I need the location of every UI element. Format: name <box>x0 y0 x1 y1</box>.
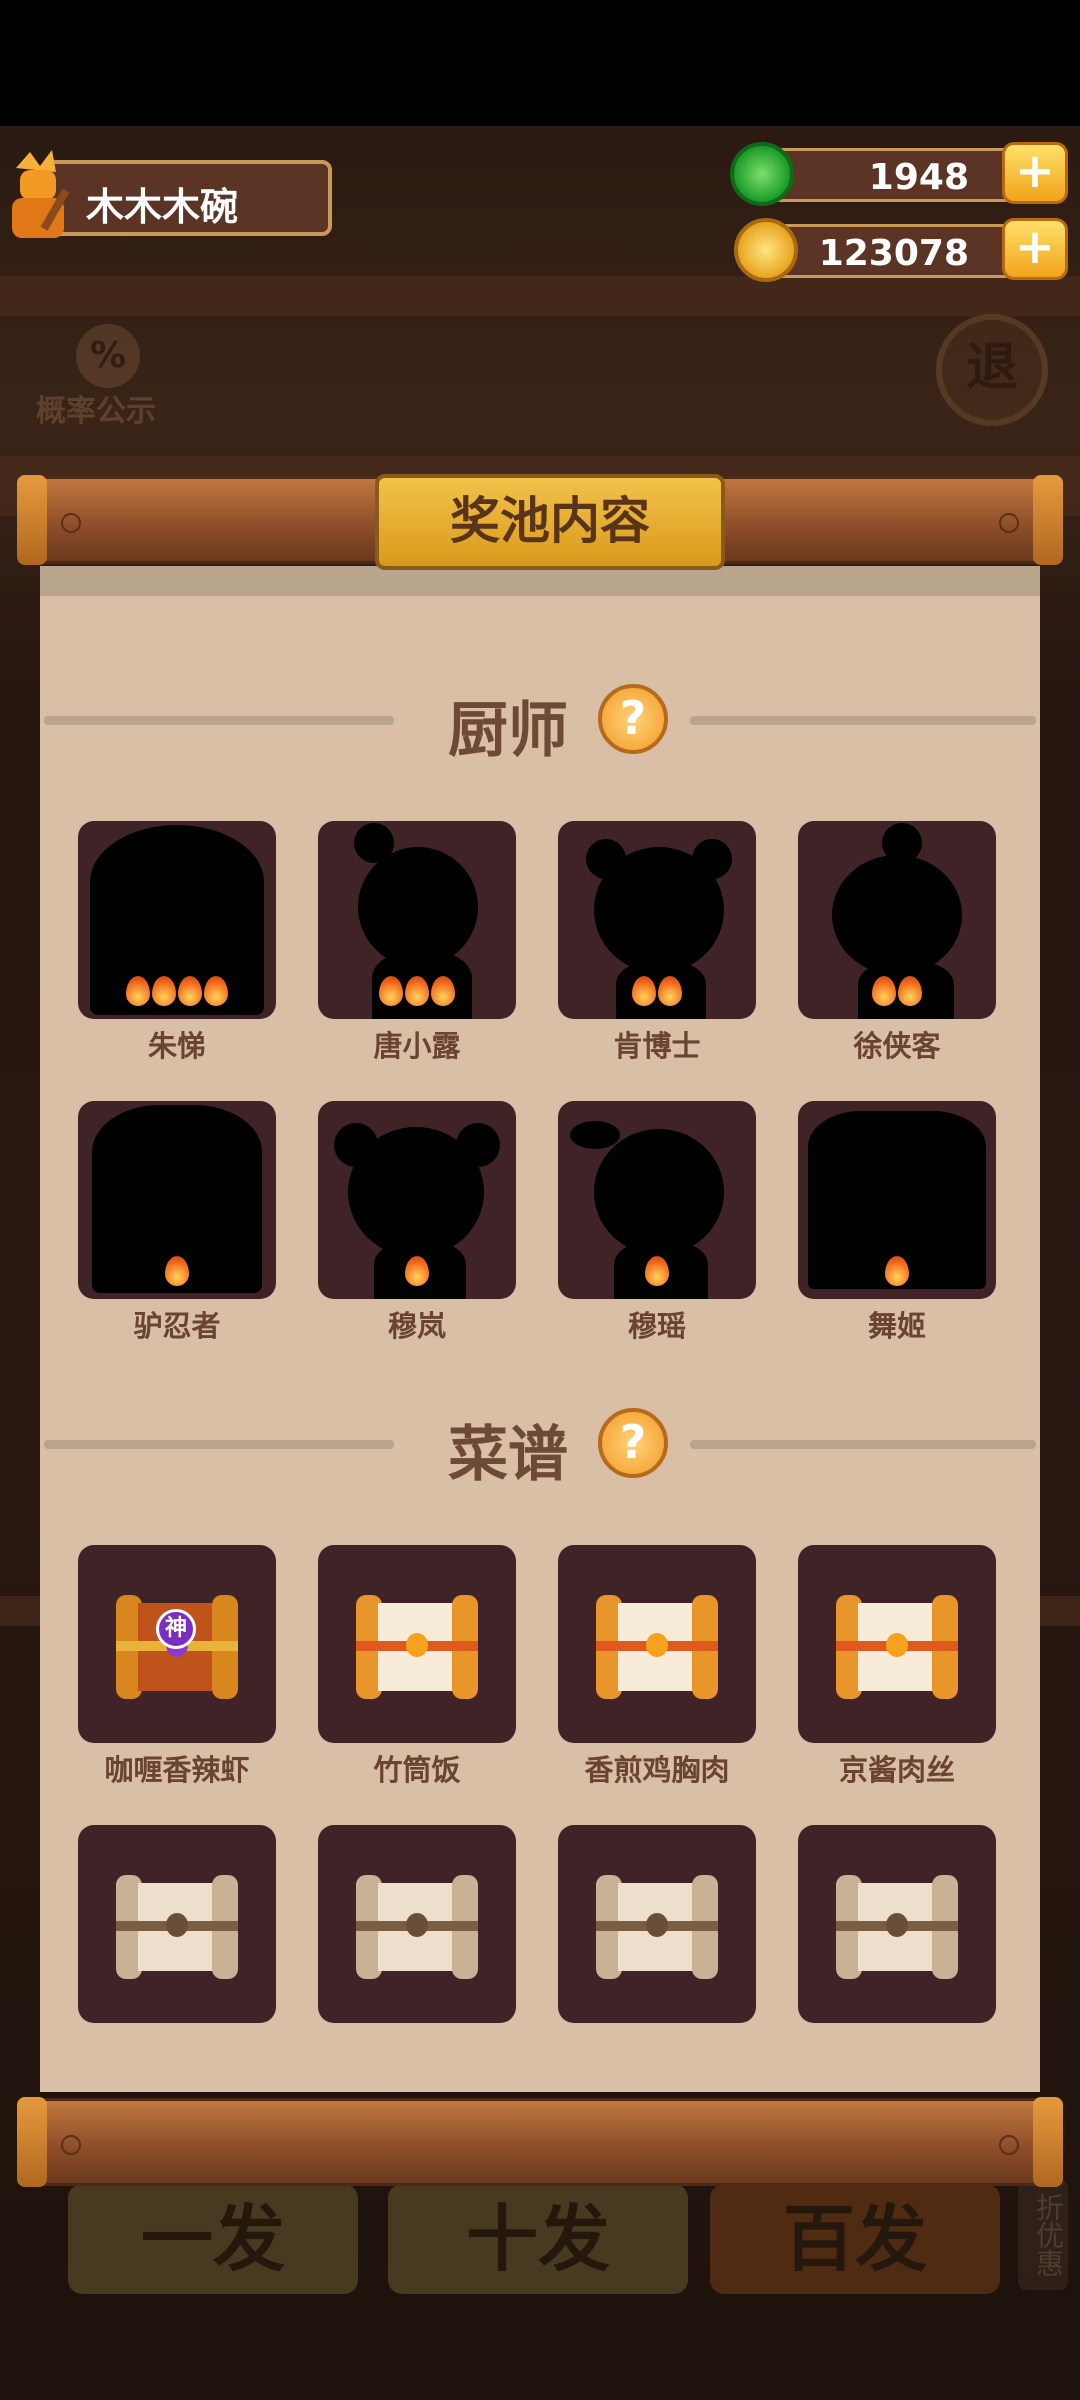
recipe-card[interactable] <box>318 1545 516 1743</box>
rarity-flames <box>798 976 996 1013</box>
rarity-flames <box>318 976 516 1013</box>
chef-card[interactable] <box>558 821 756 1019</box>
flame-icon <box>431 976 455 1006</box>
recipe-name: 竹筒饭 <box>373 1753 461 1787</box>
chef-silhouette <box>570 1121 620 1149</box>
flame-icon <box>152 976 176 1006</box>
flame-icon <box>898 976 922 1006</box>
recipe-card[interactable] <box>798 1545 996 1743</box>
gold-coin-icon <box>734 218 798 282</box>
flame-icon <box>632 976 656 1006</box>
percent-gear-icon: % <box>76 324 140 388</box>
chef-name: 肯博士 <box>613 1029 701 1063</box>
flame-icon <box>658 976 682 1006</box>
status-bar <box>0 0 1080 126</box>
quit-button[interactable]: 退 <box>936 314 1048 426</box>
chef-name: 驴忍者 <box>133 1309 221 1343</box>
chef-card[interactable] <box>318 1101 516 1299</box>
chef-name: 穆瑶 <box>627 1309 686 1343</box>
player-name: 木木木碗 <box>86 185 239 229</box>
rarity-flames <box>558 1256 756 1293</box>
chef-name: 唐小露 <box>373 1029 461 1063</box>
probability-label: 概率公示 <box>36 394 156 429</box>
probability-disclosure[interactable]: % 概率公示 <box>36 318 176 429</box>
chef-name: 朱悌 <box>147 1029 206 1063</box>
recipe-card[interactable] <box>318 1825 516 2023</box>
gold-amount: 123078 <box>818 233 969 274</box>
chef-card[interactable] <box>78 821 276 1019</box>
draw-ten-button[interactable]: 十发 <box>388 2184 688 2294</box>
gold-recipe-scroll-icon <box>356 1595 478 1699</box>
chef-card[interactable] <box>78 1101 276 1299</box>
gold-recipe-scroll-icon <box>836 1595 958 1699</box>
recipe-card[interactable] <box>78 1825 276 2023</box>
divine-badge: 神 <box>156 1609 196 1649</box>
gold-recipe-scroll-icon <box>596 1595 718 1699</box>
recipe-name: 京酱肉丝 <box>838 1753 955 1787</box>
flame-icon <box>872 976 896 1006</box>
chef-avatar-icon[interactable] <box>6 148 80 240</box>
panel-title: 奖池内容 <box>375 474 725 570</box>
chef-card[interactable] <box>318 821 516 1019</box>
plain-recipe-scroll-icon <box>356 1875 478 1979</box>
chef-card[interactable] <box>558 1101 756 1299</box>
chef-silhouette <box>334 1123 378 1167</box>
rarity-flames <box>78 976 276 1013</box>
chef-silhouette <box>882 823 922 863</box>
rarity-flames <box>318 1256 516 1293</box>
recipe-card[interactable] <box>558 1545 756 1743</box>
chef-silhouette <box>692 839 732 879</box>
draw-hundred-button[interactable]: 百发 <box>710 2184 1000 2294</box>
panel-bottom-rod <box>17 2097 1063 2187</box>
plain-recipe-scroll-icon <box>116 1875 238 1979</box>
chef-name: 穆岚 <box>387 1309 446 1343</box>
chef-silhouette <box>594 1129 724 1255</box>
flame-icon <box>379 976 403 1006</box>
recipe-section-header: 菜谱 ? <box>40 1402 1040 1490</box>
add-gold-button[interactable]: + <box>1002 218 1068 280</box>
flame-icon <box>405 976 429 1006</box>
recipe-name: 香煎鸡胸肉 <box>584 1753 730 1787</box>
chef-silhouette <box>456 1123 500 1167</box>
draw-one-button[interactable]: 一发 <box>68 2184 358 2294</box>
flame-icon <box>405 1256 429 1286</box>
flame-icon <box>178 976 202 1006</box>
recipe-card[interactable]: 神 <box>78 1545 276 1743</box>
flame-icon <box>165 1256 189 1286</box>
recipe-name: 咖喱香辣虾 <box>104 1753 250 1787</box>
chef-card[interactable] <box>798 821 996 1019</box>
chef-silhouette <box>358 847 478 967</box>
recipe-card[interactable] <box>798 1825 996 2023</box>
chef-section-header: 厨师 ? <box>40 678 1040 766</box>
chef-silhouette <box>832 855 962 975</box>
discount-tab[interactable]: 折优惠 <box>1018 2180 1068 2290</box>
flame-icon <box>645 1256 669 1286</box>
jade-coin-icon <box>730 142 794 206</box>
plain-recipe-scroll-icon <box>596 1875 718 1979</box>
jade-amount: 1948 <box>868 157 969 198</box>
chef-silhouette <box>586 839 626 879</box>
chef-card[interactable] <box>798 1101 996 1299</box>
recipe-section-title: 菜谱 <box>448 1420 568 1490</box>
add-jade-button[interactable]: + <box>1002 142 1068 204</box>
rarity-flames <box>78 1256 276 1293</box>
rarity-flames <box>798 1256 996 1293</box>
chef-section-title: 厨师 <box>448 696 568 766</box>
flame-icon <box>885 1256 909 1286</box>
plain-recipe-scroll-icon <box>836 1875 958 1979</box>
flame-icon <box>126 976 150 1006</box>
player-name-plate[interactable]: 木木木碗 <box>42 160 332 236</box>
pool-content-panel: 厨师 ? 朱悌 唐小露 肯博士 徐侠客驴忍者 穆岚 穆瑶 舞姬 菜谱 ? 神咖喱香辣虾 竹筒饭… <box>40 566 1040 2092</box>
recipe-help-button[interactable]: ? <box>598 1408 668 1478</box>
chef-name: 舞姬 <box>867 1309 926 1343</box>
chef-name: 徐侠客 <box>853 1029 941 1063</box>
flame-icon <box>204 976 228 1006</box>
chef-help-button[interactable]: ? <box>598 684 668 754</box>
chef-silhouette <box>354 823 394 863</box>
rarity-flames <box>558 976 756 1013</box>
recipe-card[interactable] <box>558 1825 756 2023</box>
